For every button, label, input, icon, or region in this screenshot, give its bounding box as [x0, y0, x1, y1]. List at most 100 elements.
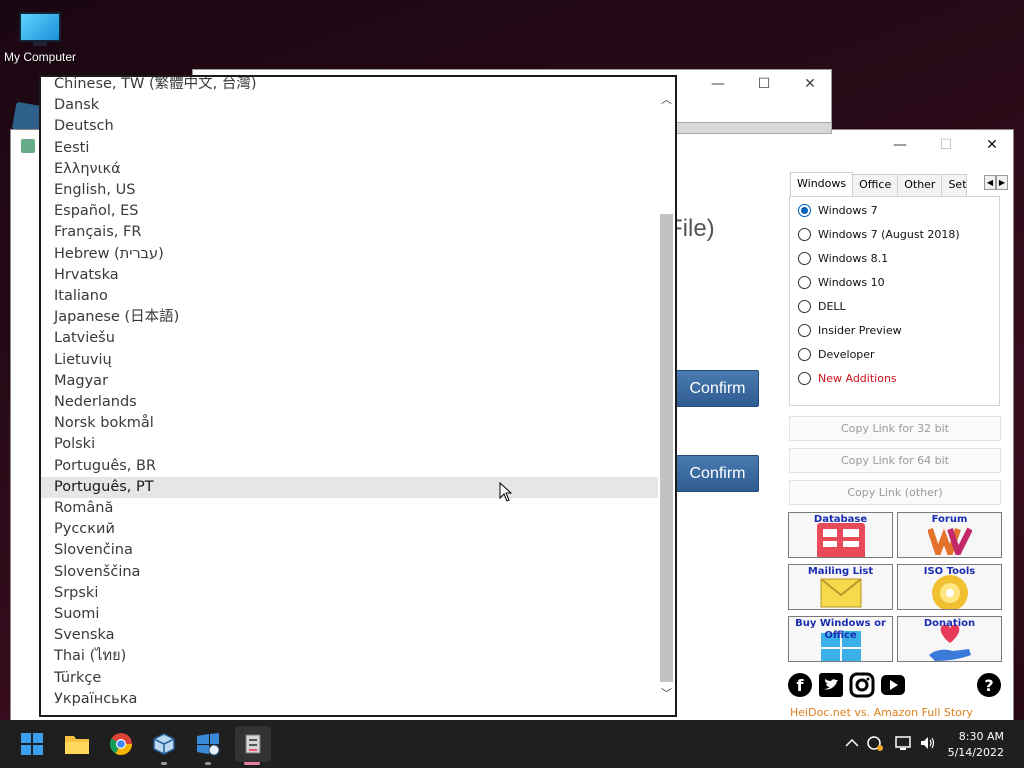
minimize-button[interactable]: —	[695, 70, 741, 100]
tab-office[interactable]: Office	[852, 174, 899, 196]
radio-checked-icon	[798, 203, 811, 217]
tab-settings[interactable]: Set	[941, 174, 968, 196]
dropdown-option[interactable]: Norsk bokmål	[41, 413, 659, 434]
taskbar-app-2[interactable]	[192, 728, 224, 760]
radio-developer[interactable]: Developer	[798, 344, 875, 364]
dropdown-scrollbar[interactable]: ︿ ﹀	[658, 77, 675, 715]
youtube-icon[interactable]	[880, 672, 906, 698]
tray-chevron-up-icon[interactable]	[843, 734, 861, 752]
close-button[interactable]: ✕	[969, 131, 1015, 161]
tile-label: Donation	[923, 618, 976, 629]
iso-tools-tile[interactable]: ISO Tools	[897, 564, 1002, 610]
desktop-icon-my-computer[interactable]: My Computer	[0, 8, 80, 64]
radio-windows-8-1[interactable]: Windows 8.1	[798, 248, 888, 268]
dropdown-option[interactable]: Français, FR	[41, 222, 659, 243]
scrollbar-thumb[interactable]	[660, 214, 673, 682]
tab-windows[interactable]: Windows	[790, 172, 854, 196]
dropdown-option[interactable]: Українська	[41, 689, 659, 710]
mailing-list-tile[interactable]: Mailing List	[788, 564, 893, 610]
copy-link-other-button[interactable]: Copy Link (other)	[789, 480, 1001, 505]
dropdown-option[interactable]: Ελληνικά	[41, 159, 659, 180]
dropdown-option[interactable]: Hrvatska	[41, 265, 659, 286]
taskbar-active-app[interactable]	[235, 726, 271, 762]
radio-label: Windows 10	[818, 275, 885, 289]
dropdown-option[interactable]: Русский	[41, 519, 659, 540]
tray-network-icon[interactable]	[895, 734, 913, 752]
forum-tile[interactable]: Forum	[897, 512, 1002, 558]
taskbar-chrome[interactable]	[105, 728, 137, 760]
radio-insider-preview[interactable]: Insider Preview	[798, 320, 902, 340]
scroll-up-arrow-icon[interactable]: ︿	[658, 91, 675, 107]
radio-windows-10[interactable]: Windows 10	[798, 272, 885, 292]
taskbar-file-explorer[interactable]	[61, 728, 93, 760]
donation-tile[interactable]: Donation	[897, 616, 1002, 662]
dropdown-option[interactable]: Thai (ไทย)	[41, 646, 659, 667]
dropdown-option[interactable]: Srpski	[41, 583, 659, 604]
tab-scroll-right-button[interactable]: ▶	[996, 175, 1008, 190]
buy-windows-tile[interactable]: Buy Windows or Office	[788, 616, 893, 662]
language-dropdown-list[interactable]: Chinese, TW (繁體中文, 台灣) Dansk Deutsch Eesti Ε…	[39, 75, 677, 717]
dropdown-option[interactable]: Suomi	[41, 604, 659, 625]
dropdown-option[interactable]: Lietuvių	[41, 350, 659, 371]
dropdown-option[interactable]: Magyar	[41, 371, 659, 392]
confirm-button-2[interactable]: Confirm	[676, 455, 759, 492]
radio-label: Insider Preview	[818, 323, 902, 337]
clock-time: 8:30 AM	[958, 730, 1004, 743]
windows-tool-icon	[197, 733, 220, 756]
close-button[interactable]: ✕	[787, 70, 833, 100]
computer-icon	[19, 12, 61, 46]
confirm-button-1[interactable]: Confirm	[676, 370, 759, 407]
dropdown-option[interactable]: Japanese (日本語)	[41, 307, 659, 328]
dropdown-option[interactable]: Latviešu	[41, 328, 659, 349]
radio-dell[interactable]: DELL	[798, 296, 846, 316]
windows-start-icon	[21, 733, 43, 755]
dropdown-option[interactable]: Slovenščina	[41, 562, 659, 583]
tray-sync-icon[interactable]	[866, 734, 884, 752]
taskbar-virtualbox[interactable]	[148, 728, 180, 760]
start-button[interactable]	[16, 728, 48, 760]
radio-label: Windows 8.1	[818, 251, 889, 265]
minimize-button[interactable]: —	[877, 131, 923, 161]
tab-scroll-left-button[interactable]: ◀	[984, 175, 996, 190]
dropdown-option[interactable]: English, US	[41, 180, 659, 201]
radio-windows-7-aug-2018[interactable]: Windows 7 (August 2018)	[798, 224, 960, 244]
story-link[interactable]: HeiDoc.net vs. Amazon Full Story	[790, 706, 973, 719]
dropdown-option[interactable]: Português, PT	[41, 476, 659, 498]
radio-windows-7[interactable]: Windows 7	[798, 200, 878, 220]
mouse-cursor-icon	[499, 482, 513, 502]
dropdown-option[interactable]: Eesti	[41, 138, 659, 159]
app-icon	[21, 139, 35, 153]
database-tile[interactable]: Database	[788, 512, 893, 558]
dropdown-option[interactable]: Română	[41, 498, 659, 519]
right-panel: Windows Office Other Set ◀ ▶ Windows 7 W…	[784, 172, 1010, 720]
dropdown-option[interactable]: Chinese, TW (繁體中文, 台灣)	[41, 77, 659, 95]
twitter-icon[interactable]	[818, 672, 844, 698]
radio-icon	[798, 275, 811, 289]
facebook-icon[interactable]: f	[787, 672, 813, 698]
dropdown-option[interactable]: Polski	[41, 434, 659, 455]
tray-volume-icon[interactable]	[919, 734, 937, 752]
copy-link-32-button[interactable]: Copy Link for 32 bit	[789, 416, 1001, 441]
dropdown-option[interactable]: Dansk	[41, 95, 659, 116]
tile-label: ISO Tools	[923, 566, 976, 577]
copy-link-64-button[interactable]: Copy Link for 64 bit	[789, 448, 1001, 473]
dropdown-option[interactable]: Hebrew (עברית)	[41, 244, 659, 265]
instagram-icon[interactable]	[849, 672, 875, 698]
scroll-down-arrow-icon[interactable]: ﹀	[658, 685, 675, 701]
dropdown-option[interactable]: Türkçe	[41, 668, 659, 689]
dropdown-option[interactable]: Italiano	[41, 286, 659, 307]
svg-text:?: ?	[984, 676, 993, 695]
dropdown-option[interactable]: Nederlands	[41, 392, 659, 413]
maximize-button[interactable]: ☐	[741, 70, 787, 100]
dropdown-option[interactable]: Slovenčina	[41, 540, 659, 561]
dropdown-option[interactable]: Español, ES	[41, 201, 659, 222]
tab-other[interactable]: Other	[897, 174, 943, 196]
radio-icon	[798, 323, 811, 337]
dropdown-option[interactable]: Português, BR	[41, 456, 659, 477]
help-icon[interactable]: ?	[976, 672, 1002, 702]
dropdown-option[interactable]: Deutsch	[41, 116, 659, 137]
tile-label: Mailing List	[807, 566, 874, 577]
radio-new-additions[interactable]: New Additions	[798, 368, 897, 388]
dropdown-option[interactable]: Svenska	[41, 625, 659, 646]
tray-clock[interactable]: 8:30 AM 5/14/2022	[948, 729, 1004, 761]
